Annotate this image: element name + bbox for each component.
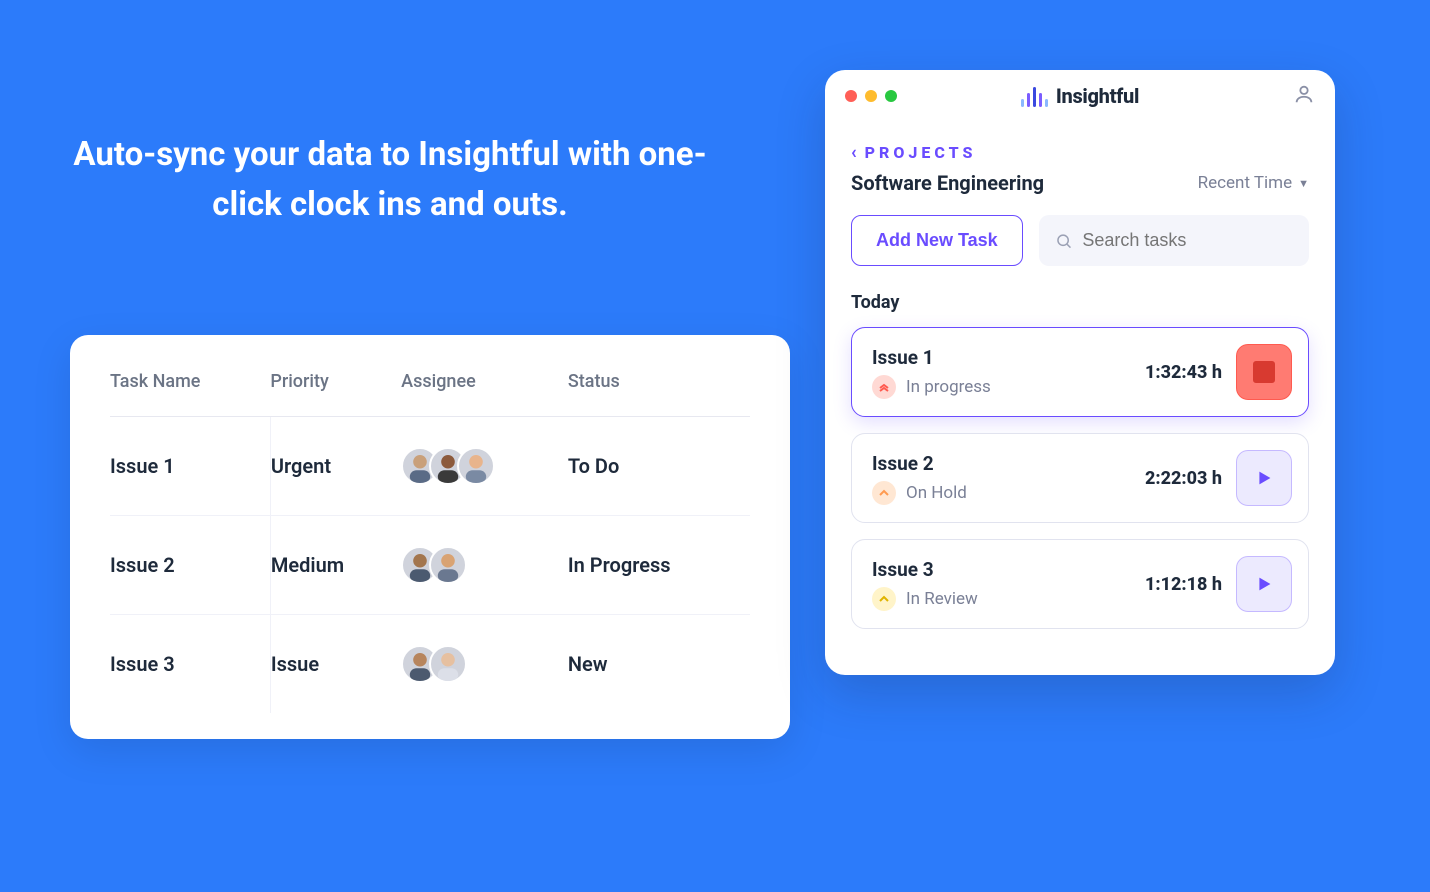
cell-task: Issue 3 — [110, 615, 270, 714]
add-task-button[interactable]: Add New Task — [851, 215, 1023, 266]
minimize-icon[interactable] — [865, 90, 877, 102]
cell-assignee — [401, 615, 568, 714]
project-title: Software Engineering — [851, 171, 1044, 195]
close-icon[interactable] — [845, 90, 857, 102]
task-title: Issue 1 — [872, 346, 1131, 369]
task-title: Issue 2 — [872, 452, 1131, 475]
search-input[interactable] — [1082, 230, 1293, 251]
task-status-row: In progress — [872, 375, 1131, 399]
task-table: Task Name Priority Assignee Status Issue… — [110, 371, 750, 713]
sort-dropdown[interactable]: Recent Time ▼ — [1198, 173, 1309, 193]
cell-assignee — [401, 516, 568, 615]
priority-chevron-icon — [872, 481, 896, 505]
back-projects-link[interactable]: ‹ PROJECTS — [851, 142, 1309, 163]
brand-text: Insightful — [1056, 84, 1139, 108]
task-status: In progress — [906, 377, 991, 397]
task-info: Issue 2 On Hold — [872, 452, 1131, 505]
search-icon — [1055, 231, 1073, 251]
priority-chevron-icon — [872, 587, 896, 611]
maximize-icon[interactable] — [885, 90, 897, 102]
play-button[interactable] — [1236, 450, 1292, 506]
cell-assignee — [401, 417, 568, 516]
sort-label: Recent Time — [1198, 173, 1292, 193]
app-body: ‹ PROJECTS Software Engineering Recent T… — [825, 122, 1335, 675]
cell-status: To Do — [568, 417, 750, 516]
hero-headline: Auto-sync your data to Insightful with o… — [70, 130, 710, 229]
th-priority: Priority — [270, 371, 401, 417]
section-today-label: Today — [851, 292, 1309, 313]
stop-icon — [1253, 361, 1275, 383]
th-status: Status — [568, 371, 750, 417]
play-button[interactable] — [1236, 556, 1292, 612]
task-title: Issue 3 — [872, 558, 1131, 581]
task-card[interactable]: Issue 3 In Review 1:12:18 h — [851, 539, 1309, 629]
stop-button[interactable] — [1236, 344, 1292, 400]
avatar — [429, 546, 467, 584]
cell-priority: Urgent — [270, 417, 401, 516]
brand: Insightful — [825, 84, 1335, 108]
task-card[interactable]: Issue 1 In progress 1:32:43 h — [851, 327, 1309, 417]
avatar-group — [401, 447, 568, 485]
th-task-name: Task Name — [110, 371, 270, 417]
task-status: In Review — [906, 589, 978, 609]
task-status-row: In Review — [872, 587, 1131, 611]
user-icon[interactable] — [1293, 83, 1315, 109]
traffic-lights[interactable] — [845, 90, 897, 102]
avatar — [429, 645, 467, 683]
task-info: Issue 3 In Review — [872, 558, 1131, 611]
chevron-down-icon: ▼ — [1298, 177, 1309, 190]
cell-status: In Progress — [568, 516, 750, 615]
cell-priority: Medium — [270, 516, 401, 615]
task-table-card: Task Name Priority Assignee Status Issue… — [70, 335, 790, 739]
task-time: 1:32:43 h — [1145, 362, 1222, 383]
cell-task: Issue 1 — [110, 417, 270, 516]
project-header: Software Engineering Recent Time ▼ — [851, 171, 1309, 195]
search-box[interactable] — [1039, 215, 1309, 266]
avatar-group — [401, 645, 568, 683]
play-icon — [1253, 467, 1275, 489]
task-card[interactable]: Issue 2 On Hold 2:22:03 h — [851, 433, 1309, 523]
table-row[interactable]: Issue 2 Medium In Progress — [110, 516, 750, 615]
titlebar: Insightful — [825, 70, 1335, 122]
app-window: Insightful ‹ PROJECTS Software Engineeri… — [825, 70, 1335, 675]
task-time: 2:22:03 h — [1145, 468, 1222, 489]
brand-logo-icon — [1021, 85, 1048, 107]
priority-double-chevron-icon — [872, 375, 896, 399]
play-icon — [1253, 573, 1275, 595]
controls-row: Add New Task — [851, 215, 1309, 266]
table-row[interactable]: Issue 1 Urgent To Do — [110, 417, 750, 516]
table-row[interactable]: Issue 3 Issue New — [110, 615, 750, 714]
chevron-left-icon: ‹ — [851, 142, 857, 163]
avatar-group — [401, 546, 568, 584]
task-info: Issue 1 In progress — [872, 346, 1131, 399]
cell-status: New — [568, 615, 750, 714]
back-label: PROJECTS — [865, 143, 977, 162]
avatar — [457, 447, 495, 485]
cell-task: Issue 2 — [110, 516, 270, 615]
task-time: 1:12:18 h — [1145, 574, 1222, 595]
task-status-row: On Hold — [872, 481, 1131, 505]
th-assignee: Assignee — [401, 371, 568, 417]
cell-priority: Issue — [270, 615, 401, 714]
task-status: On Hold — [906, 483, 967, 503]
